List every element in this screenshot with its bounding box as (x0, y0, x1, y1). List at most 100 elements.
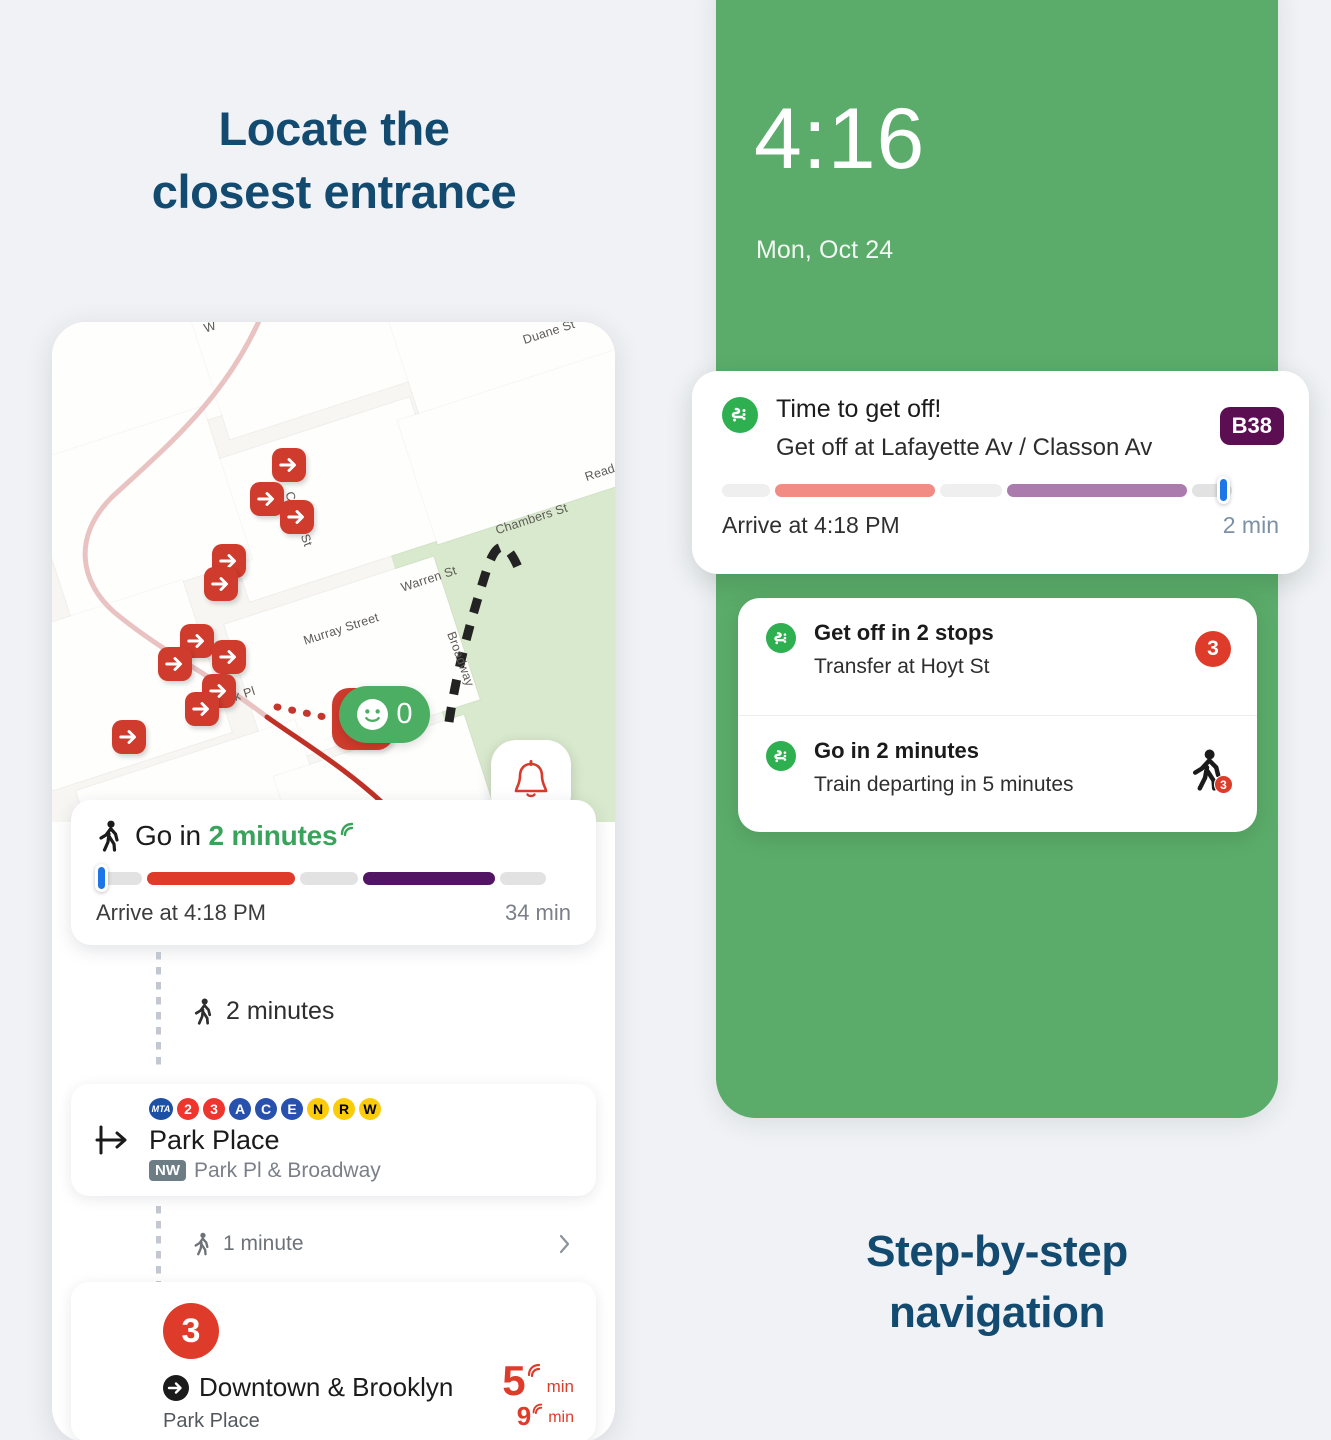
arrow-right-icon (165, 657, 182, 671)
train-departure-times: 5 min 9 min (502, 1357, 574, 1429)
live-signal-icon (341, 822, 354, 837)
arrow-right-icon (119, 730, 136, 744)
route-bullet-3: 3 (163, 1303, 219, 1359)
train-direction-row: Downtown & Brooklyn (163, 1372, 453, 1403)
entrance-marker[interactable] (204, 567, 238, 601)
station-card[interactable]: MTA 2 3 A C E N R W Park Place NW Park Pl & Broa… (71, 1084, 596, 1196)
arrow-right-icon (257, 492, 274, 506)
notification-body: Train departing in 5 minutes (814, 773, 1074, 796)
live-signal-icon (527, 1363, 540, 1378)
chevron-right-icon[interactable] (558, 1233, 572, 1255)
route-badge-b38: B38 (1219, 407, 1284, 445)
entrance-marker[interactable] (158, 647, 192, 681)
map-view[interactable]: Duane St Reade St Chambers St Warren St … (52, 322, 615, 822)
subway-line-w: W (359, 1097, 381, 1120)
itinerary-walk-step[interactable]: 1 minute (192, 1232, 572, 1256)
subway-line-n: N (307, 1097, 329, 1120)
station-info: MTA 2 3 A C E N R W Park Place NW Park Pl & Broa… (149, 1097, 381, 1183)
arrow-right-icon (211, 577, 228, 591)
smiley-face-icon (357, 699, 389, 730)
subway-line-3: 3 (203, 1097, 225, 1120)
next-departure-value: 5 (502, 1357, 526, 1405)
notification-body: Get off at Lafayette Av / Classon Av (776, 434, 1153, 461)
entrance-marker[interactable] (185, 692, 219, 726)
later-departure: 9 min (502, 1402, 574, 1428)
phone-screenshot-left: Duane St Reade St Chambers St Warren St … (52, 322, 615, 1440)
transfer-icon (95, 1125, 127, 1155)
next-departure-unit: min (546, 1377, 574, 1396)
lockscreen-date: Mon, Oct 24 (756, 236, 894, 264)
transit-logo-icon (722, 397, 758, 433)
subway-line-2: 2 (177, 1097, 199, 1120)
progress-segment (363, 871, 495, 885)
walk-duration: 1 minute (223, 1232, 304, 1255)
entrance-marker[interactable] (112, 720, 146, 754)
progress-segment (500, 871, 546, 885)
headline2-line-2: navigation (888, 1287, 1106, 1337)
time-remaining: 2 min (1222, 512, 1279, 538)
train-departure-card[interactable]: 3 Downtown & Brooklyn Park Place 5 min 9… (71, 1282, 596, 1440)
progress-segment (1007, 483, 1187, 497)
agency-badge-mta: MTA (149, 1097, 173, 1120)
notification-primary[interactable]: Time to get off! Get off at Lafayette Av… (692, 371, 1309, 574)
headline-line-1: Locate the (218, 102, 450, 155)
headline2-line-1: Step-by-step (866, 1227, 1128, 1276)
progress-marker[interactable] (94, 864, 108, 892)
notification-row[interactable]: Get off in 2 stops Transfer at Hoyt St 3 (738, 598, 1257, 715)
subway-line-a: A (229, 1097, 251, 1120)
entrance-marker[interactable] (212, 640, 246, 674)
arrow-circle-right-icon (163, 1374, 189, 1401)
entrance-marker[interactable] (272, 448, 306, 482)
trip-summary-meta: Arrive at 4:18 PM 34 min (96, 900, 571, 926)
progress-segment (147, 871, 295, 885)
notification-title: Time to get off! (776, 395, 942, 423)
bell-icon (514, 760, 548, 798)
station-address: Park Pl & Broadway (194, 1158, 381, 1182)
notification-body: Transfer at Hoyt St (814, 655, 990, 678)
trip-duration: 34 min (504, 900, 571, 925)
progress-segment (775, 483, 935, 497)
direction-tag: NW (149, 1160, 186, 1181)
crowd-level-badge[interactable]: 0 (339, 686, 430, 743)
later-departure-value: 9 (516, 1400, 532, 1431)
notification-header: Time to get off! Get off at Lafayette Av… (722, 395, 1279, 462)
notification-text: Time to get off! Get off at Lafayette Av… (776, 395, 1152, 462)
route-bullet-3: 3 (1195, 631, 1231, 667)
notification-text: Get off in 2 stops Transfer at Hoyt St (814, 620, 994, 715)
arrow-right-icon (219, 650, 236, 664)
train-direction: Downtown & Brooklyn (199, 1372, 454, 1402)
progress-segment (722, 483, 770, 497)
walking-person-badge: 3 (1187, 749, 1233, 794)
subway-line-e: E (281, 1097, 303, 1120)
station-name: Park Place (149, 1124, 280, 1155)
itinerary-walk-step[interactable]: 2 minutes (192, 997, 334, 1026)
subway-line-c: C (255, 1097, 277, 1120)
itinerary-dotted-line (156, 952, 161, 1072)
crowd-level-value: 0 (396, 698, 413, 730)
progress-segment (940, 483, 1002, 497)
subway-line-badges: MTA 2 3 A C E N R W (149, 1097, 381, 1120)
notification-row[interactable]: Go in 2 minutes Train departing in 5 min… (738, 715, 1257, 832)
walk-duration: 2 minutes (226, 997, 335, 1025)
trip-progress-bar[interactable] (722, 476, 1279, 504)
page-title-navigation: Step-by-step navigation (716, 1222, 1278, 1343)
progress-segment (300, 871, 358, 885)
page-title-locate: Locate the closest entrance (0, 98, 668, 223)
live-signal-icon (532, 1403, 543, 1415)
entrance-marker[interactable] (280, 500, 314, 534)
notification-badge: 3 (1195, 631, 1231, 667)
trip-summary-title: Go in 2 minutes (135, 820, 358, 852)
trip-summary-card[interactable]: Go in 2 minutes Arrive at 4:18 PM 34 min (71, 800, 596, 945)
trip-progress-bar[interactable] (94, 864, 571, 892)
progress-marker[interactable] (1217, 476, 1231, 504)
notification-meta: Arrive at 4:18 PM 2 min (722, 512, 1279, 539)
arrival-time: Arrive at 4:18 PM (722, 512, 900, 538)
arrow-right-icon (192, 702, 209, 716)
walking-person-icon (99, 820, 119, 852)
later-departure-unit: min (548, 1409, 574, 1426)
train-stop-name: Park Place (163, 1410, 260, 1432)
entrance-marker[interactable] (250, 482, 284, 516)
notification-text: Go in 2 minutes Train departing in 5 min… (814, 738, 1074, 832)
lockscreen-clock: 4:16 (754, 91, 926, 187)
notification-title: Go in 2 minutes (814, 738, 980, 763)
